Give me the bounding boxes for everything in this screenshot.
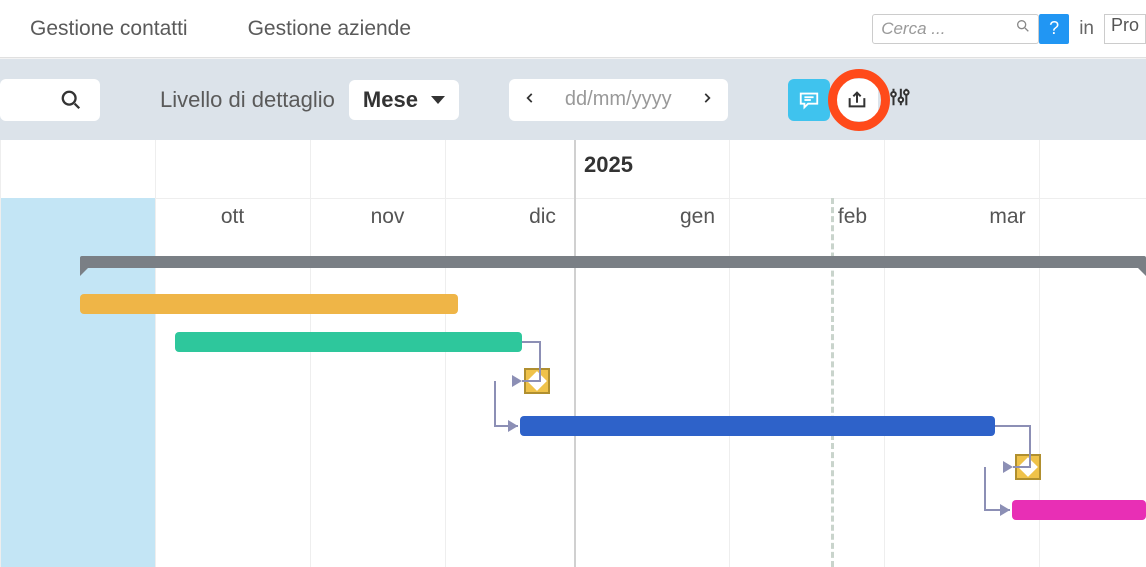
- global-search[interactable]: [872, 14, 1039, 44]
- month-col: gen: [620, 199, 775, 238]
- dependency-lines: [0, 238, 1146, 567]
- year-divider: [574, 140, 576, 567]
- task-bar[interactable]: [175, 332, 522, 352]
- nav-companies[interactable]: Gestione aziende: [218, 17, 441, 41]
- month-col: nov: [310, 199, 465, 238]
- chat-button[interactable]: [788, 79, 830, 121]
- month-col: dic: [465, 199, 620, 238]
- sliders-icon: [888, 86, 910, 108]
- date-navigator: dd/mm/yyyy: [509, 79, 728, 121]
- help-button[interactable]: ?: [1039, 14, 1069, 44]
- detail-level-label: Livello di dettaglio: [160, 87, 335, 113]
- gantt-search[interactable]: [0, 79, 100, 121]
- task-bar[interactable]: [1012, 500, 1146, 520]
- date-next-button[interactable]: [686, 89, 728, 110]
- date-prev-button[interactable]: [509, 89, 551, 110]
- gantt-chart: 2025 set ott nov dic gen feb mar apr: [0, 140, 1146, 567]
- scope-label: in: [1079, 18, 1094, 40]
- date-input[interactable]: dd/mm/yyyy: [551, 88, 686, 111]
- chat-icon: [798, 89, 820, 111]
- export-button[interactable]: [836, 79, 878, 121]
- milestone[interactable]: [1015, 454, 1041, 480]
- today-line: [831, 198, 834, 567]
- scope-select[interactable]: Pro: [1104, 14, 1146, 44]
- top-nav: Gestione contatti Gestione aziende ? in …: [0, 0, 1146, 58]
- month-col: feb: [775, 199, 930, 238]
- month-col: ott: [155, 199, 310, 238]
- gantt-grid: [0, 238, 1146, 567]
- chevron-left-icon: [523, 91, 537, 105]
- month-header: set ott nov dic gen feb mar apr: [0, 198, 1146, 238]
- nav-contacts[interactable]: Gestione contatti: [0, 17, 218, 41]
- search-icon: [60, 89, 82, 111]
- current-month-highlight: [0, 198, 155, 567]
- search-icon: [1008, 18, 1038, 39]
- global-search-input[interactable]: [873, 19, 1008, 39]
- month-col: apr: [1085, 199, 1146, 238]
- task-bar[interactable]: [80, 294, 458, 314]
- chevron-right-icon: [700, 91, 714, 105]
- settings-button[interactable]: [888, 86, 910, 114]
- task-bar[interactable]: [520, 416, 995, 436]
- detail-level-select[interactable]: Mese: [349, 80, 459, 120]
- export-icon: [846, 89, 868, 111]
- summary-bar[interactable]: [80, 256, 1146, 268]
- milestone[interactable]: [524, 368, 550, 394]
- month-col: mar: [930, 199, 1085, 238]
- year-label: 2025: [584, 152, 633, 178]
- gantt-toolbar: Livello di dettaglio Mese dd/mm/yyyy: [0, 58, 1146, 140]
